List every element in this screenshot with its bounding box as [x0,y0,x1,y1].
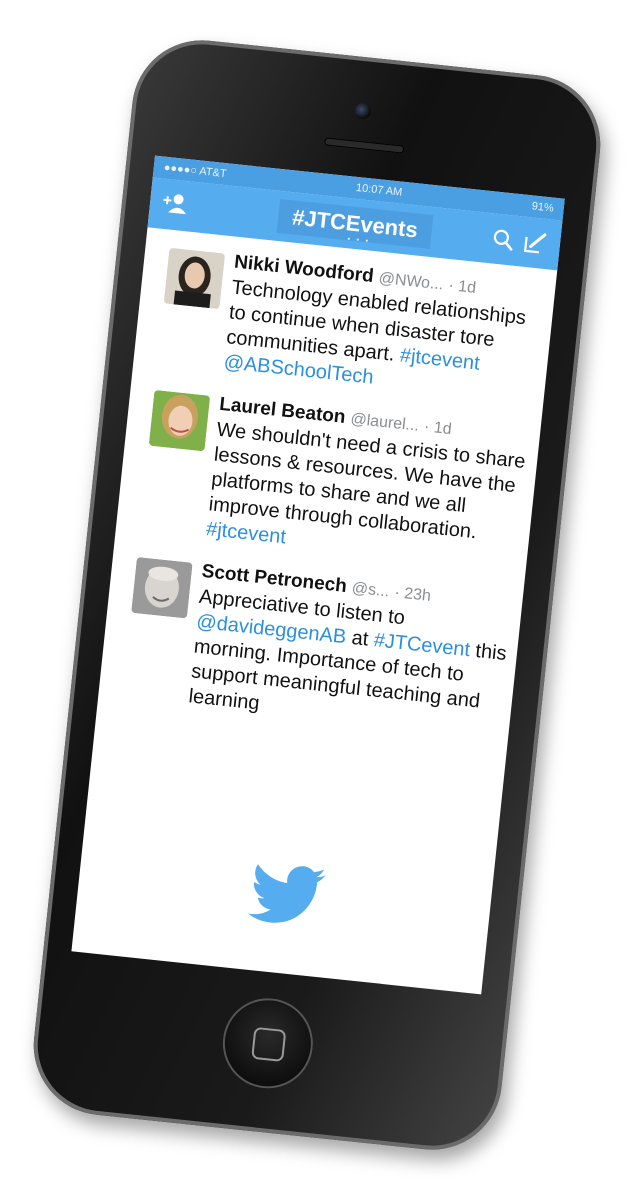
home-square-glyph [251,1026,287,1063]
avatar[interactable] [148,389,211,452]
avatar[interactable] [131,556,193,619]
iphone-mockup: ●●●●○ AT&T 10:07 AM 91% #JTCEvents • • • [26,33,608,1157]
tweet-body: Nikki Woodford @NWo... · 1d Technology e… [222,251,545,408]
tweet-age: · 1d [447,277,477,297]
compose-icon[interactable] [521,229,550,258]
tweet-text-body: at [350,626,370,651]
clock-label: 10:07 AM [355,181,403,199]
tweet-age: · 23h [393,584,432,605]
search-icon[interactable] [491,227,515,251]
tweet-body: Scott Petronech @s... · 23h Appreciative… [187,560,513,742]
author-handle[interactable]: @NWo... [378,270,444,294]
battery-label: 91% [531,200,555,215]
twitter-bird-icon [247,864,326,923]
add-user-icon[interactable] [161,191,189,216]
tweet-feed: Nikki Woodford @NWo... · 1d Technology e… [98,227,557,742]
tweet-item[interactable]: Scott Petronech @s... · 23h Appreciative… [122,553,514,742]
page-indicator: • • • [346,234,371,246]
tweet-item[interactable]: Laurel Beaton @laurel... · 1d We shouldn… [139,386,531,575]
author-handle[interactable]: @s... [351,580,390,601]
phone-screen: ●●●●○ AT&T 10:07 AM 91% #JTCEvents • • • [71,155,565,995]
author-handle[interactable]: @laurel... [350,411,420,435]
tweet-age: · 1d [423,418,453,439]
avatar[interactable] [163,247,226,310]
tweet-item[interactable]: Nikki Woodford @NWo... · 1d Technology e… [157,244,546,408]
carrier-label: ●●●●○ AT&T [163,161,228,181]
tweet-links[interactable]: #jtcevent [205,518,287,548]
tweet-body: Laurel Beaton @laurel... · 1d We shouldn… [205,393,531,575]
